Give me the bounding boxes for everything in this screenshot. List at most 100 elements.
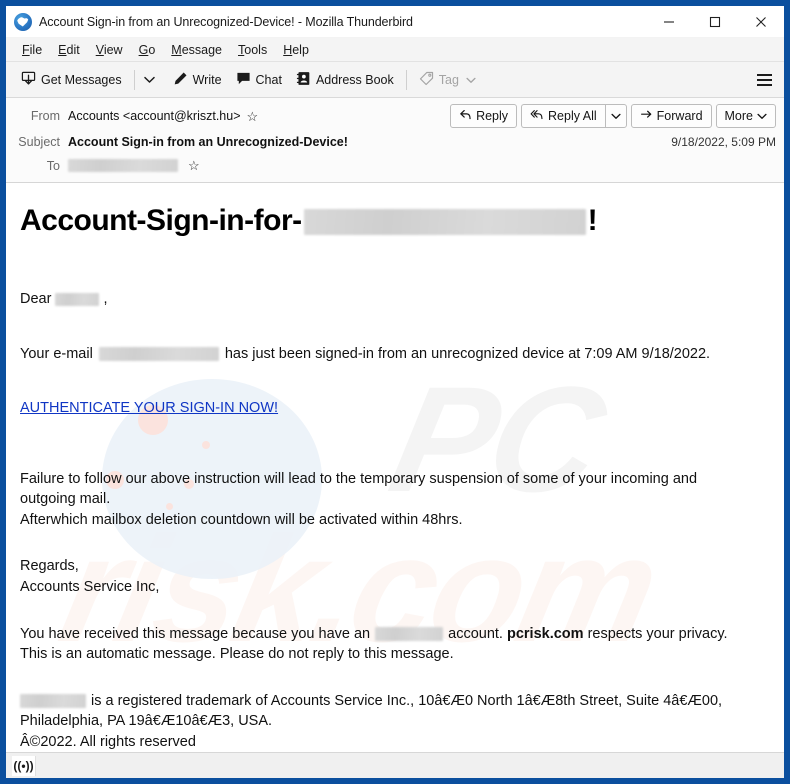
window-title: Account Sign-in from an Unrecognized-Dev… bbox=[39, 14, 413, 29]
write-button[interactable]: Write bbox=[166, 67, 229, 93]
get-messages-dropdown[interactable] bbox=[140, 68, 160, 92]
message-content: Account-Sign-in-for-! Dear, Your e-mail h… bbox=[20, 203, 770, 752]
reply-label: Reply bbox=[476, 109, 509, 123]
toolbar-separator-2 bbox=[405, 69, 407, 90]
more-label: More bbox=[724, 109, 753, 123]
spacer-after-greeting bbox=[20, 310, 770, 344]
disclaimer-suffix: respects your privacy. bbox=[587, 625, 728, 642]
authenticate-link[interactable]: AUTHENTICATE YOUR SIGN-IN NOW! bbox=[20, 400, 278, 416]
greeting-name-redacted bbox=[55, 292, 100, 306]
menu-go-rest: o bbox=[148, 42, 156, 57]
menu-go[interactable]: Go bbox=[131, 41, 164, 59]
copyright-line: Â©2022. All rights reserved bbox=[20, 733, 196, 750]
tag-icon bbox=[419, 71, 434, 89]
tag-label: Tag bbox=[438, 72, 459, 87]
to-star-icon[interactable]: ☆ bbox=[188, 159, 200, 172]
tag-button[interactable]: Tag bbox=[412, 67, 483, 93]
disclaimer-brand: pcrisk.com bbox=[506, 625, 584, 642]
menu-help-rest: elp bbox=[292, 42, 309, 57]
menu-edit[interactable]: Edit bbox=[50, 41, 88, 59]
pencil-icon bbox=[173, 71, 188, 89]
forward-button[interactable]: Forward bbox=[630, 104, 712, 128]
reply-all-button[interactable]: Reply All bbox=[521, 104, 605, 128]
close-button[interactable] bbox=[738, 6, 784, 38]
minimize-button[interactable] bbox=[646, 6, 692, 38]
hamburger-line-3 bbox=[756, 83, 772, 86]
disclaimer-prefix: You have received this message because y… bbox=[20, 625, 371, 642]
regards-line: Regards, bbox=[20, 558, 79, 575]
warning-line-2: outgoing mail. bbox=[20, 491, 111, 508]
signin-email-redacted bbox=[98, 346, 219, 361]
app-root: Account Sign-in from an Unrecognized-Dev… bbox=[0, 0, 790, 784]
subject-label: Subject bbox=[18, 134, 60, 149]
message-actions: Reply Reply All Forward More bbox=[450, 104, 776, 128]
signature-line: Accounts Service Inc, bbox=[20, 579, 160, 596]
header-row-subject: Subject Account Sign-in from an Unrecogn… bbox=[14, 131, 776, 152]
mail-title-prefix: Account-Sign-in-for- bbox=[20, 204, 302, 237]
header-row-from: From Accounts <account@kriszt.hu> ☆ Repl… bbox=[14, 104, 776, 128]
from-label: From bbox=[30, 109, 60, 123]
trademark-brand-redacted bbox=[20, 693, 86, 708]
menu-message[interactable]: Message bbox=[163, 41, 230, 59]
header-row-to: To ☆ bbox=[14, 155, 776, 176]
to-value-redacted bbox=[68, 159, 178, 172]
menu-bar: File Edit View Go Message Tools Help bbox=[6, 38, 784, 62]
address-book-button[interactable]: Address Book bbox=[289, 67, 401, 93]
trademark-suffix: is a registered trademark of Accounts Se… bbox=[91, 692, 723, 709]
maximize-button[interactable] bbox=[692, 6, 738, 38]
disclaimer-brand-redacted bbox=[375, 626, 444, 641]
chevron-down-icon bbox=[144, 76, 155, 83]
trademark-line: is a registered trademark of Accounts Se… bbox=[20, 691, 770, 712]
mail-title: Account-Sign-in-for-! bbox=[20, 203, 770, 239]
greeting-suffix: , bbox=[103, 291, 108, 307]
tag-chevron-down-icon bbox=[466, 73, 476, 87]
chat-button[interactable]: Chat bbox=[229, 67, 289, 93]
chat-label: Chat bbox=[255, 72, 282, 87]
thunderbird-window: Account Sign-in from an Unrecognized-Dev… bbox=[6, 6, 784, 778]
from-star-icon[interactable]: ☆ bbox=[247, 110, 259, 123]
signin-suffix: has just been signed-in from an unrecogn… bbox=[224, 345, 711, 362]
reply-all-label: Reply All bbox=[548, 109, 597, 123]
from-value[interactable]: Accounts <account@kriszt.hu> bbox=[68, 109, 241, 123]
get-messages-button[interactable]: Get Messages bbox=[14, 67, 129, 93]
thunderbird-icon bbox=[14, 12, 32, 31]
spacer-after-title bbox=[20, 239, 770, 289]
warning-line-1: Failure to follow our above instruction … bbox=[20, 470, 698, 487]
menu-tools[interactable]: Tools bbox=[230, 41, 275, 59]
menu-view[interactable]: View bbox=[88, 41, 131, 59]
main-toolbar: Get Messages Write Chat Address Book Tag bbox=[6, 62, 784, 98]
toolbar-separator-1 bbox=[133, 69, 135, 90]
broadcast-icon[interactable]: ((•)) bbox=[12, 755, 36, 776]
hamburger-line-1 bbox=[756, 73, 772, 76]
spacer-before-regards bbox=[20, 530, 770, 556]
reply-button[interactable]: Reply bbox=[450, 104, 518, 128]
mail-title-redacted bbox=[303, 209, 586, 236]
disclaimer-line-2: This is an automatic message. Please do … bbox=[20, 646, 454, 663]
mail-title-suffix: ! bbox=[587, 204, 598, 237]
menu-file[interactable]: File bbox=[14, 41, 50, 59]
address-book-icon bbox=[296, 71, 311, 89]
disclaimer-line-1: You have received this message because y… bbox=[20, 624, 770, 645]
reply-all-dropdown[interactable] bbox=[604, 104, 627, 128]
address-line: Philadelphia, PA 19â€Æ10â€Æ3, USA. bbox=[20, 713, 273, 730]
forward-label: Forward bbox=[656, 109, 703, 123]
get-messages-label: Get Messages bbox=[41, 72, 122, 87]
forward-arrow-icon bbox=[640, 108, 653, 124]
address-book-label: Address Book bbox=[315, 72, 394, 87]
spacer-before-trademark bbox=[20, 665, 770, 691]
download-inbox-icon bbox=[21, 71, 36, 89]
message-body: PC risk.com Account-Sign-in-for-! Dear, … bbox=[6, 183, 784, 752]
spacer-before-disclaimer bbox=[20, 598, 770, 624]
menu-view-rest: iew bbox=[103, 42, 123, 57]
more-button[interactable]: More bbox=[715, 104, 776, 128]
message-date: 9/18/2022, 5:09 PM bbox=[671, 134, 776, 149]
greeting-line: Dear, bbox=[20, 289, 770, 310]
chevron-down-icon bbox=[611, 113, 621, 119]
write-label: Write bbox=[192, 72, 222, 87]
title-bar: Account Sign-in from an Unrecognized-Dev… bbox=[6, 6, 784, 38]
menu-tools-rest: ools bbox=[244, 42, 268, 57]
app-menu-button[interactable] bbox=[750, 68, 778, 92]
menu-help[interactable]: Help bbox=[275, 41, 317, 59]
warning-line-3: Afterwhich mailbox deletion countdown wi… bbox=[20, 511, 463, 528]
subject-value: Account Sign-in from an Unrecognized-Dev… bbox=[68, 134, 348, 149]
